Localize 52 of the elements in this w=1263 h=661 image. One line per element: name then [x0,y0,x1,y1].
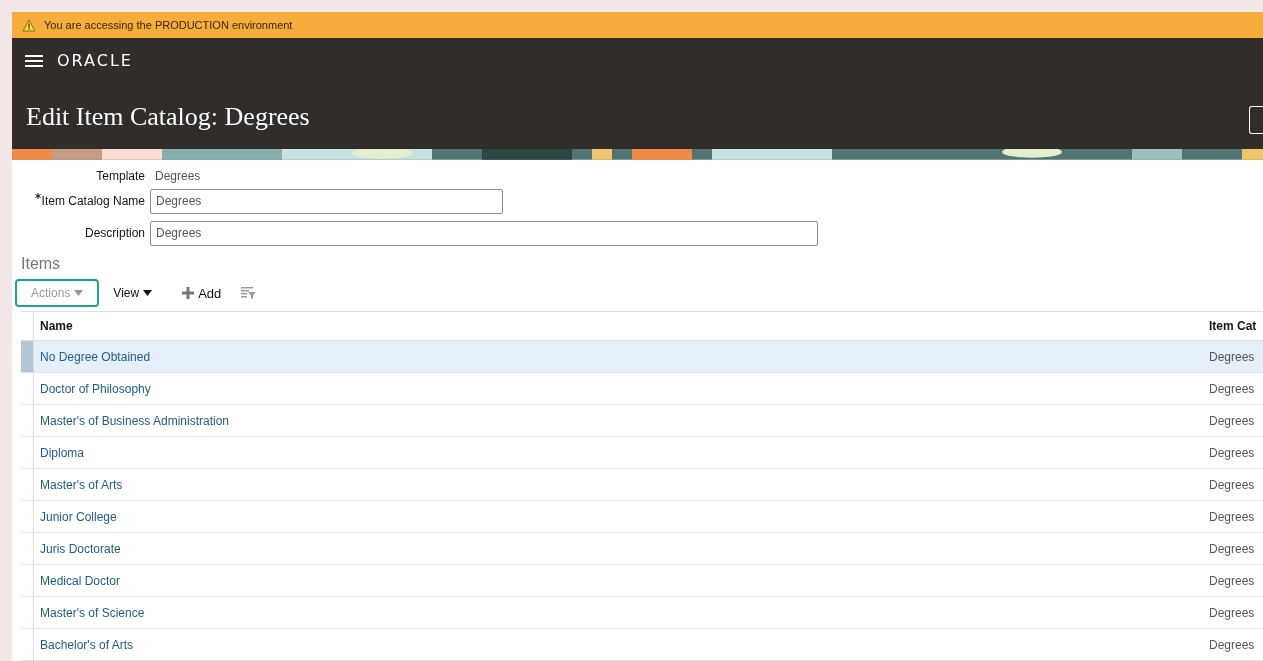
filter-icon [241,286,257,300]
table-cell-text: Degrees [1209,572,1256,590]
field-label: Template [95,167,145,185]
item-link[interactable]: Bachelor's of Arts [40,635,133,654]
table-row[interactable]: Medical Doctor Degrees [21,565,1263,597]
table-cell-text: Degrees [1209,444,1256,462]
caret-icon [74,290,84,297]
menu-button[interactable]: View [107,279,159,308]
warning-icon [22,18,36,32]
table-row[interactable]: Juris Doctorate Degrees [21,533,1263,565]
field-value: Degrees [154,167,201,185]
table-cell-text: Degrees [1209,540,1256,558]
item-link[interactable]: Master's of Science [40,603,145,622]
table-row[interactable]: Master's of Business Administration Degrees [21,405,1263,437]
table-cell-text: Degrees [1209,380,1256,398]
table-cell-text: Degrees [1209,348,1256,366]
header-button[interactable] [1249,105,1263,134]
item-link[interactable]: Diploma [40,443,84,462]
table-cell-text: Degrees [1209,604,1256,622]
section-title: Items [20,253,62,274]
table-cell-text: Degrees [1209,508,1256,526]
menu-icon[interactable] [25,54,43,69]
input-field[interactable]: Degrees [150,188,503,214]
item-link[interactable]: Master's of Business Administration [40,411,230,430]
add-button[interactable]: Add [176,279,228,308]
item-link[interactable]: Medical Doctor [40,571,121,590]
column-header[interactable]: Item Cat [1209,312,1263,340]
table-row[interactable]: Master's of Arts Degrees [21,469,1263,501]
table-cell-text: Degrees [1209,476,1256,494]
input-field[interactable]: Degrees [150,220,818,246]
item-link[interactable]: Doctor of Philosophy [40,379,151,398]
table-cell-text: Degrees [1209,412,1256,430]
field-label: Description [84,225,145,243]
table-row[interactable]: Master's of Science Degrees [21,597,1263,629]
table-row[interactable]: Doctor of Philosophy Degrees [21,373,1263,405]
warning-text: You are accessing the PRODUCTION environment [44,17,293,33]
table-row[interactable]: Junior College Degrees [21,501,1263,533]
column-header[interactable]: Name [34,312,1209,340]
page-title: Edit Item Catalog: Degrees [25,101,310,134]
caret-icon [143,290,153,297]
oracle-logo[interactable]: ORACLE [57,49,133,74]
plus-icon [182,287,195,300]
item-link[interactable]: Juris Doctorate [40,539,121,558]
table-cell-text: Degrees [1209,636,1256,654]
item-link[interactable]: No Degree Obtained [40,347,151,366]
field-label: Item Catalog Name [41,193,145,211]
table-row[interactable]: Bachelor's of Arts Degrees [21,629,1263,661]
row-selector[interactable] [21,341,34,372]
table-row[interactable]: No Degree Obtained Degrees [21,341,1263,373]
item-link[interactable]: Junior College [40,507,117,526]
item-link[interactable]: Master's of Arts [40,475,123,494]
table-row[interactable]: Diploma Degrees [21,437,1263,469]
